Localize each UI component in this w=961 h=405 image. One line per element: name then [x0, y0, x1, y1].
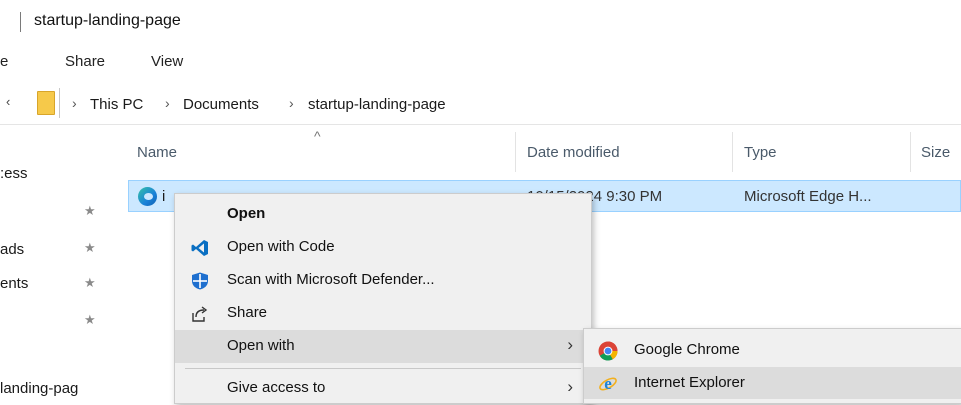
- column-divider[interactable]: [515, 132, 516, 172]
- address-divider: [59, 88, 60, 118]
- menu-item-open-with[interactable]: Open with ›: [175, 330, 591, 363]
- chevron-right-icon: ›: [567, 335, 573, 354]
- internet-explorer-icon: e: [598, 374, 618, 394]
- chevron-right-icon: ›: [567, 377, 573, 396]
- file-name[interactable]: i: [162, 188, 165, 205]
- breadcrumb-separator-icon[interactable]: ›: [289, 95, 294, 111]
- address-bar-border: [0, 124, 961, 125]
- pin-icon[interactable]: ★: [84, 312, 96, 328]
- svg-text:e: e: [604, 374, 612, 393]
- menu-item-share[interactable]: Share: [175, 297, 591, 330]
- menu-item-label: Scan with Microsoft Defender...: [227, 271, 435, 288]
- edge-file-icon: [138, 187, 157, 206]
- pin-icon[interactable]: ★: [84, 275, 96, 291]
- open-with-submenu: Google Chrome e Internet Explorer: [583, 328, 961, 404]
- ribbon-tab-view[interactable]: View: [151, 53, 183, 70]
- breadcrumb-this-pc[interactable]: This PC: [90, 96, 143, 113]
- menu-item-open-with-code[interactable]: Open with Code: [175, 231, 591, 264]
- menu-item-scan-defender[interactable]: Scan with Microsoft Defender...: [175, 264, 591, 297]
- ribbon-tab-share[interactable]: Share: [65, 53, 105, 70]
- menu-item-label: Give access to: [227, 379, 326, 396]
- pin-icon[interactable]: ★: [84, 203, 96, 219]
- column-header-name[interactable]: Name: [137, 144, 177, 161]
- menu-item-label: Open with Code: [227, 238, 335, 255]
- column-divider[interactable]: [732, 132, 733, 172]
- menu-item-label: Share: [227, 304, 268, 321]
- vscode-icon: [191, 239, 209, 257]
- breadcrumb-documents[interactable]: Documents: [183, 96, 259, 113]
- nav-item-landing-page[interactable]: landing-pag: [0, 380, 78, 397]
- submenu-item-google-chrome[interactable]: Google Chrome: [584, 334, 961, 366]
- submenu-item-internet-explorer[interactable]: e Internet Explorer: [584, 367, 961, 399]
- sort-ascending-icon: ^: [314, 128, 321, 144]
- ribbon-tab-file[interactable]: e: [0, 53, 8, 70]
- menu-item-label: Open with: [227, 337, 295, 354]
- nav-item-quick-access[interactable]: :ess: [0, 165, 28, 182]
- defender-shield-icon: [191, 272, 209, 290]
- context-menu: Open Open with Code Scan with Microsoft …: [174, 193, 592, 404]
- nav-item-documents[interactable]: ents: [0, 275, 28, 292]
- nav-item-downloads[interactable]: ads: [0, 241, 24, 258]
- menu-item-give-access[interactable]: Give access to ›: [175, 372, 591, 405]
- breadcrumb-current-folder[interactable]: startup-landing-page: [308, 96, 446, 113]
- back-icon[interactable]: ‹: [6, 94, 10, 109]
- menu-separator: [185, 368, 581, 369]
- breadcrumb-separator-icon[interactable]: ›: [72, 95, 77, 111]
- window-title: startup-landing-page: [34, 12, 181, 29]
- menu-item-label: Open: [227, 205, 266, 222]
- breadcrumb-separator-icon[interactable]: ›: [165, 95, 170, 111]
- menu-item-open[interactable]: Open: [175, 198, 591, 231]
- folder-icon: [37, 91, 55, 115]
- chrome-icon: [598, 341, 618, 361]
- column-divider[interactable]: [910, 132, 911, 172]
- column-header-size[interactable]: Size: [921, 144, 950, 161]
- pin-icon[interactable]: ★: [84, 240, 96, 256]
- share-icon: [191, 305, 209, 323]
- column-header-date-modified[interactable]: Date modified: [527, 144, 620, 161]
- file-type: Microsoft Edge H...: [744, 188, 872, 205]
- title-separator: [20, 12, 21, 32]
- column-header-type[interactable]: Type: [744, 144, 777, 161]
- submenu-item-label: Internet Explorer: [634, 374, 745, 391]
- submenu-item-label: Google Chrome: [634, 341, 740, 358]
